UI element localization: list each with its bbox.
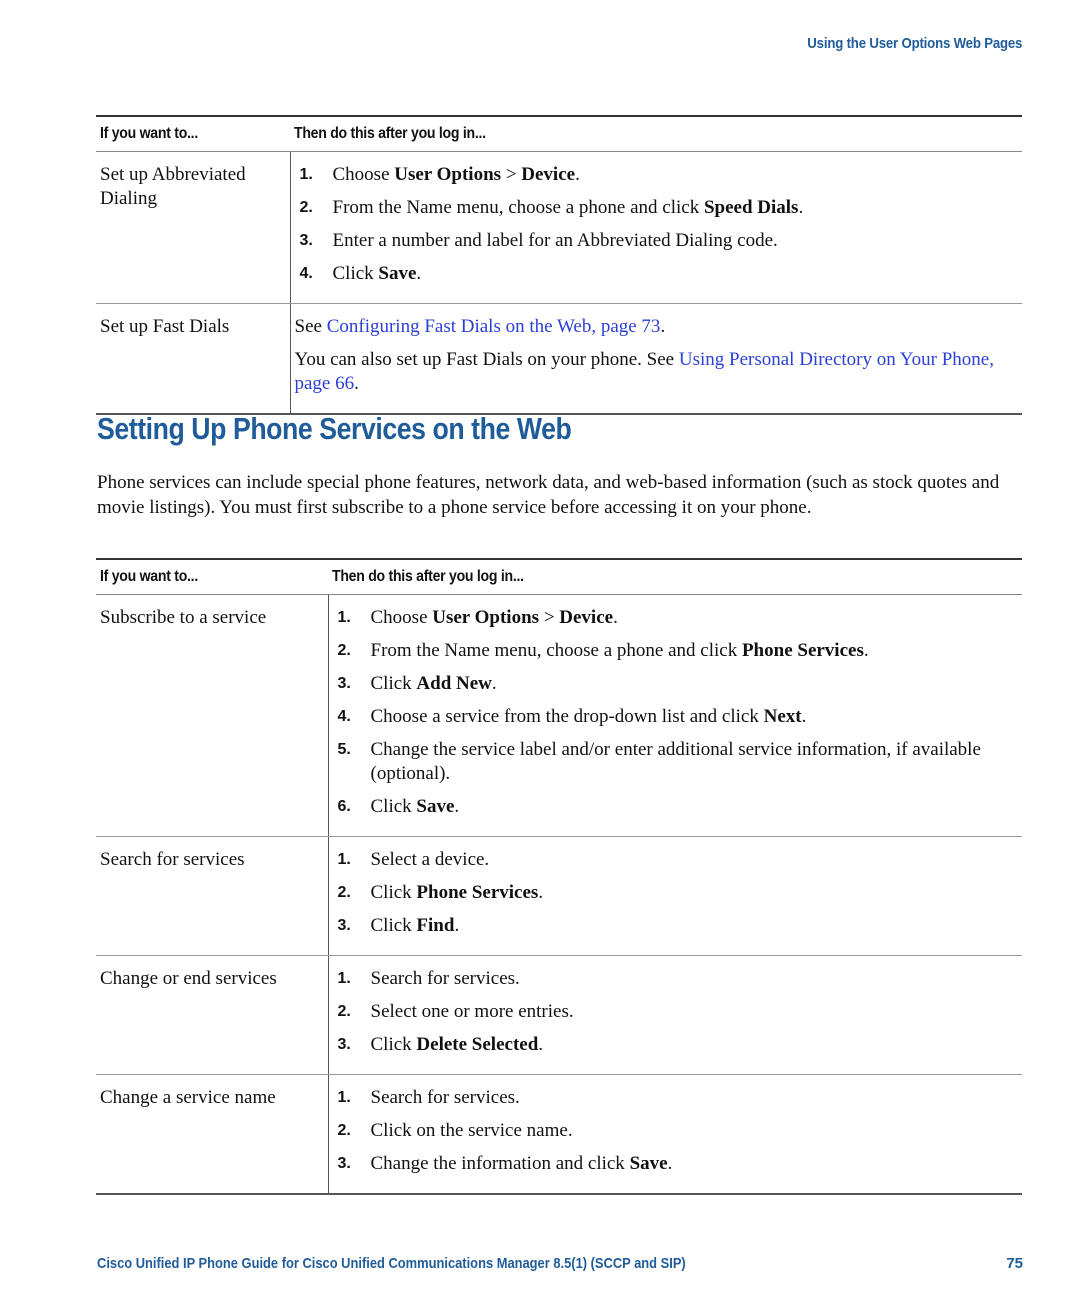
page-footer: Cisco Unified IP Phone Guide for Cisco U…	[97, 1255, 1023, 1272]
footer-title: Cisco Unified IP Phone Guide for Cisco U…	[97, 1255, 686, 1272]
step-number: 1.	[337, 1089, 351, 1106]
step-number: 2.	[337, 884, 351, 901]
step-text: Click Save.	[370, 796, 460, 817]
column-header-do: Then do this after you log in...	[290, 115, 1022, 152]
step-item: 3. Change the information and click Save.	[333, 1152, 1023, 1176]
step-text: Choose User Options > Device.	[332, 164, 580, 185]
step-number: 1.	[337, 851, 351, 868]
table-row: Change a service name 1. Search for servic…	[96, 1074, 1023, 1195]
step-number: 3.	[337, 1155, 351, 1172]
step-item: 1. Choose User Options > Device.	[333, 606, 1023, 630]
step-text: Select one or more entries.	[370, 1001, 574, 1022]
instructions-cell: 1. Choose User Options > Device. 2. From th…	[290, 151, 1023, 304]
step-item: 6. Click Save.	[333, 795, 1023, 819]
step-item: 3. Click Delete Selected.	[333, 1033, 1023, 1057]
intro-paragraph: Phone services can include special phone…	[97, 472, 1000, 518]
task-cell: Set up Fast Dials	[96, 303, 291, 415]
step-number: 3.	[337, 1036, 351, 1053]
step-item: 3. Click Find.	[333, 914, 1023, 938]
table-row: Set up Fast Dials See Configuring Fast Di…	[96, 303, 1022, 415]
step-number: 2.	[337, 642, 351, 659]
instructions-cell: 1. Choose User Options > Device. 2. From th…	[328, 594, 1023, 837]
step-number: 2.	[337, 1122, 351, 1139]
step-item: 3. Click Add New.	[333, 672, 1023, 696]
step-number: 3.	[337, 917, 351, 934]
step-item: 2. Click on the service name.	[333, 1119, 1023, 1143]
column-header-want: If you want to...	[96, 558, 328, 595]
step-text: Change the information and click Save.	[370, 1153, 673, 1174]
step-text: Change the service label and/or enter ad…	[370, 739, 981, 784]
instructions-cell: See Configuring Fast Dials on the Web, p…	[290, 303, 1022, 415]
step-item: 1. Select a device.	[333, 848, 1023, 872]
task-cell: Search for services	[96, 836, 329, 956]
table-row: Subscribe to a service 1. Choose User Opti…	[96, 594, 1023, 837]
step-number: 1.	[299, 166, 313, 183]
step-number: 6.	[337, 798, 351, 815]
step-text: Search for services.	[370, 1087, 520, 1108]
step-text: Click Phone Services.	[370, 882, 544, 903]
step-number: 2.	[337, 1003, 351, 1020]
step-text: Click Find.	[370, 915, 460, 936]
step-item: 1. Search for services.	[333, 1086, 1023, 1110]
table-row: Search for services 1. Select a device. 2. C…	[96, 836, 1023, 956]
section-title: Setting Up Phone Services on the Web	[97, 411, 572, 446]
task-cell: Change a service name	[96, 1074, 329, 1195]
step-text: Choose User Options > Device.	[370, 607, 618, 628]
step-item: 4. Click Save.	[295, 262, 1023, 286]
step-text: Click Delete Selected.	[370, 1034, 544, 1055]
instruction-paragraph: See Configuring Fast Dials on the Web, p…	[294, 316, 666, 337]
step-text: Enter a number and label for an Abbrevia…	[332, 230, 778, 251]
step-item: 4. Choose a service from the drop-down li…	[333, 705, 1023, 729]
task-cell: Change or end services	[96, 955, 329, 1075]
step-number: 4.	[299, 265, 313, 282]
step-text: Click Add New.	[370, 673, 497, 694]
abbreviated-dialing-table: If you want to... Then do this after you…	[96, 115, 1022, 415]
running-header: Using the User Options Web Pages	[807, 35, 1022, 52]
task-cell: Set up Abbreviated Dialing	[96, 151, 291, 304]
step-text: Click on the service name.	[370, 1120, 573, 1141]
instructions-cell: 1. Select a device. 2. Click Phone Services…	[328, 836, 1023, 956]
step-number: 4.	[337, 708, 351, 725]
step-item: 5. Change the service label and/or enter …	[333, 738, 1023, 786]
step-item: 1. Search for services.	[333, 967, 1023, 991]
step-number: 3.	[337, 675, 351, 692]
instructions-cell: 1. Search for services. 2. Select one or mo…	[328, 955, 1023, 1075]
step-number: 1.	[337, 970, 351, 987]
cross-reference-link[interactable]: Using Personal Directory on Your Phone, …	[295, 349, 994, 394]
step-number: 2.	[299, 199, 313, 216]
step-text: Choose a service from the drop-down list…	[370, 706, 807, 727]
task-cell: Subscribe to a service	[96, 594, 329, 837]
page-number: 75	[1006, 1255, 1023, 1272]
phone-services-table: If you want to... Then do this after you…	[96, 558, 1022, 1195]
cross-reference-link[interactable]: Configuring Fast Dials on the Web, page …	[327, 316, 661, 337]
column-header-do: Then do this after you log in...	[328, 558, 1022, 595]
step-text: Search for services.	[370, 968, 520, 989]
step-item: 2. From the Name menu, choose a phone and…	[295, 196, 1023, 220]
step-text: From the Name menu, choose a phone and c…	[332, 197, 804, 218]
table-row: Set up Abbreviated Dialing 1. Choose User …	[96, 151, 1023, 304]
step-text: From the Name menu, choose a phone and c…	[370, 640, 869, 661]
step-text: Click Save.	[332, 263, 422, 284]
instruction-paragraph: You can also set up Fast Dials on your p…	[294, 349, 994, 394]
step-item: 2. Select one or more entries.	[333, 1000, 1023, 1024]
step-item: 2. Click Phone Services.	[333, 881, 1023, 905]
step-number: 1.	[337, 609, 351, 626]
step-item: 3. Enter a number and label for an Abbrev…	[295, 229, 1023, 253]
step-item: 1. Choose User Options > Device.	[295, 163, 1023, 187]
step-text: Select a device.	[370, 849, 490, 870]
step-number: 5.	[337, 741, 351, 758]
table-row: Change or end services 1. Search for servi…	[96, 955, 1023, 1075]
step-number: 3.	[299, 232, 313, 249]
instructions-cell: 1. Search for services. 2. Click on the ser…	[328, 1074, 1023, 1195]
column-header-want: If you want to...	[96, 115, 290, 152]
step-item: 2. From the Name menu, choose a phone and…	[333, 639, 1023, 663]
